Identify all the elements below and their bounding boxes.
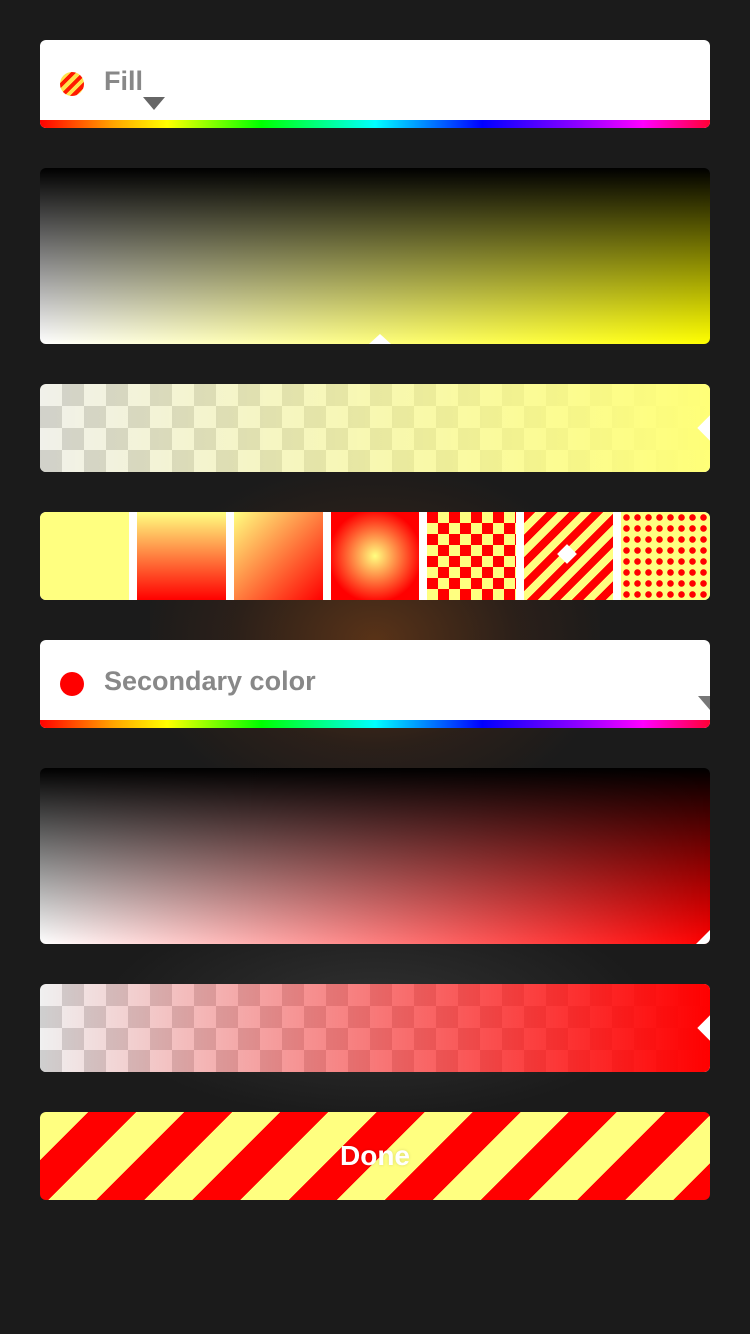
secondary-saturation-brightness-picker[interactable] bbox=[40, 768, 710, 944]
secondary-sv-marker[interactable] bbox=[696, 930, 710, 944]
done-button-label: Done bbox=[340, 1140, 410, 1171]
dropdown-triangle-icon[interactable] bbox=[143, 97, 165, 110]
selected-style-indicator bbox=[557, 544, 578, 564]
alpha-gradient bbox=[40, 984, 710, 1072]
style-diagonal-gradient-swatch[interactable] bbox=[233, 512, 323, 600]
fill-style-selector bbox=[40, 512, 710, 600]
style-solid-swatch[interactable] bbox=[40, 512, 129, 600]
secondary-color-header[interactable]: Secondary color bbox=[40, 640, 710, 728]
secondary-hue-slider[interactable] bbox=[40, 720, 710, 728]
secondary-color-dot-icon bbox=[60, 672, 84, 696]
done-button[interactable]: Done bbox=[40, 1112, 710, 1200]
primary-saturation-brightness-picker[interactable] bbox=[40, 168, 710, 344]
primary-color-header[interactable]: Fill bbox=[40, 40, 710, 128]
secondary-alpha-slider[interactable] bbox=[40, 984, 710, 1072]
primary-color-label: Fill bbox=[104, 66, 143, 96]
style-linear-gradient-swatch[interactable] bbox=[136, 512, 226, 600]
corner-triangle-icon[interactable] bbox=[698, 696, 710, 710]
style-dots-pattern-swatch[interactable] bbox=[621, 512, 710, 600]
alpha-gradient bbox=[40, 384, 710, 472]
style-radial-gradient-swatch[interactable] bbox=[330, 512, 420, 600]
primary-sv-marker[interactable] bbox=[369, 334, 391, 344]
primary-alpha-slider[interactable] bbox=[40, 384, 710, 472]
fill-pattern-icon bbox=[60, 72, 84, 96]
secondary-color-label: Secondary color bbox=[104, 666, 316, 696]
style-checker-pattern-swatch[interactable] bbox=[427, 512, 517, 600]
style-stripes-pattern-swatch[interactable] bbox=[524, 512, 614, 600]
primary-hue-slider[interactable] bbox=[40, 120, 710, 128]
